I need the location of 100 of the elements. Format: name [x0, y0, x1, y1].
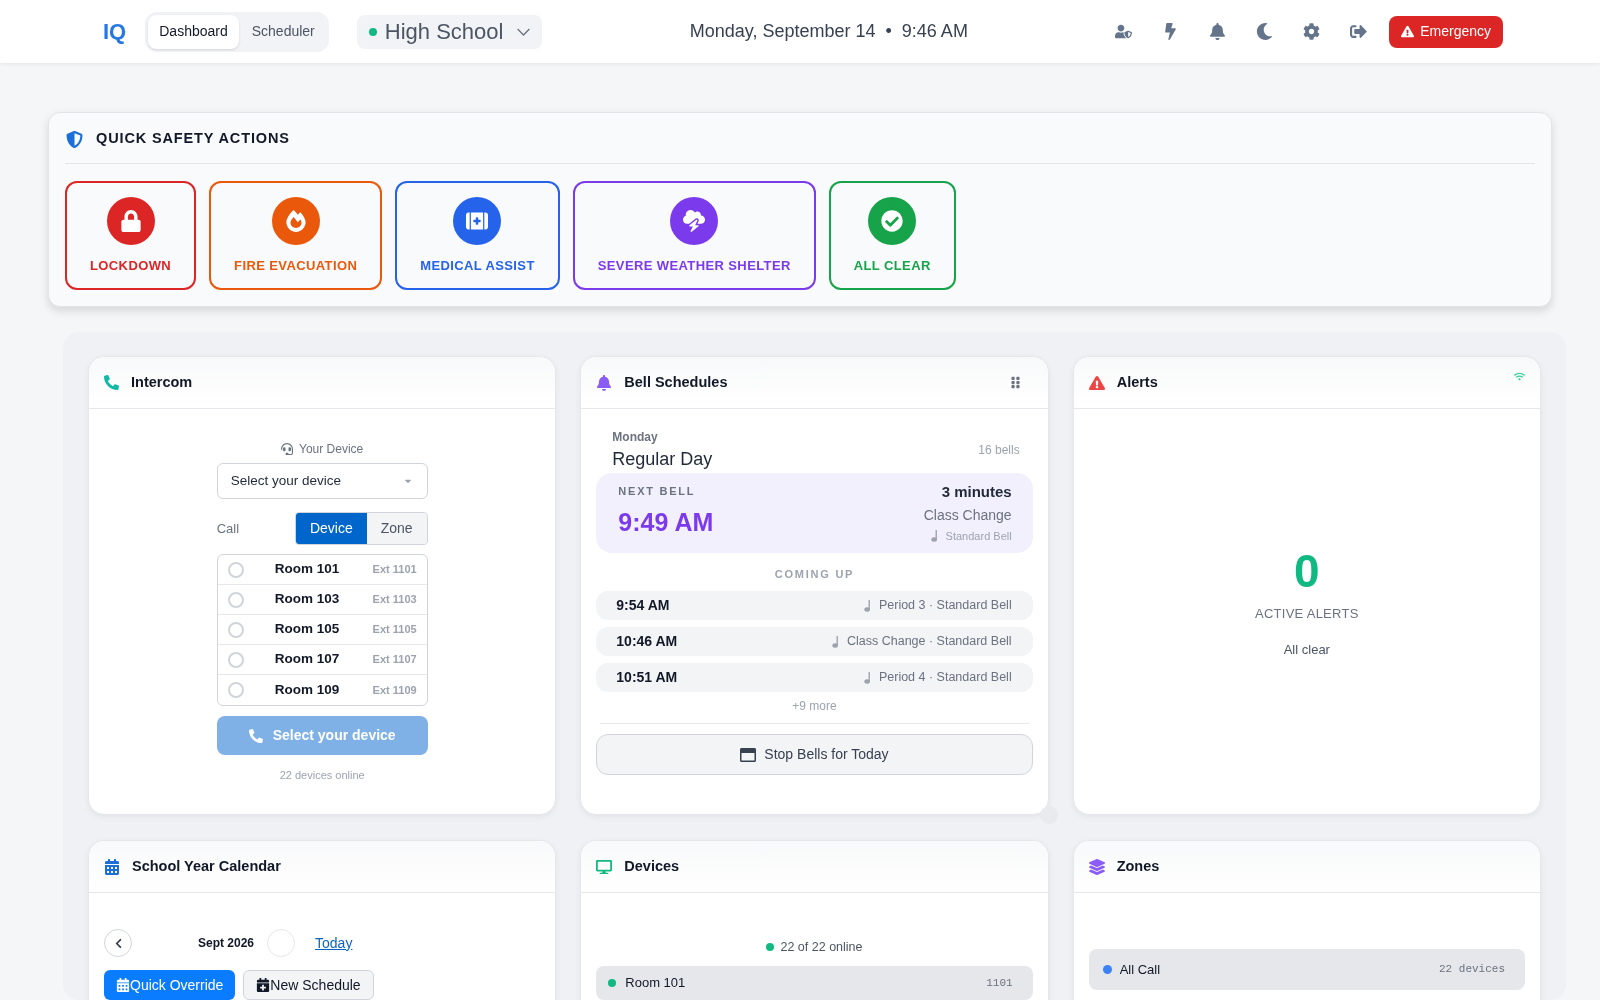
device-summary: 22 of 22 online — [780, 938, 863, 956]
extension-text: Ext 1101 — [372, 562, 417, 578]
radio-button[interactable] — [227, 682, 244, 698]
devices-online-text: 22 devices online — [279, 768, 365, 783]
new-schedule-button[interactable]: New Schedule — [243, 970, 374, 1000]
radio-button[interactable] — [227, 651, 244, 668]
calendar-icon — [116, 978, 130, 992]
day-label: Monday — [612, 430, 659, 444]
window-icon — [740, 746, 757, 763]
time-text: 9:46 AM — [901, 20, 968, 43]
sign-out-icon[interactable] — [1350, 23, 1368, 40]
card-title: Bell Schedules — [624, 372, 728, 392]
bell-time: 10:51 AM — [616, 668, 678, 687]
radio-button[interactable] — [227, 561, 244, 578]
bell-icon[interactable] — [1209, 23, 1227, 40]
device-row[interactable]: Room 101 1101 — [596, 966, 1033, 1000]
drag-handle-icon[interactable] — [1008, 376, 1022, 389]
bell-sound: Standard Bell — [945, 529, 1012, 543]
safety-action-button[interactable]: SEVERE WEATHER SHELTER — [572, 181, 816, 290]
layers-icon — [1088, 858, 1105, 875]
zone-row[interactable]: All Call 22 devices — [1088, 949, 1525, 990]
safety-action-button[interactable]: LOCKDOWN — [65, 181, 197, 290]
date-text: Monday, September 14 — [689, 20, 876, 43]
radio-button[interactable] — [227, 621, 244, 638]
separator-text: • — [885, 20, 892, 43]
warning-icon — [1401, 25, 1415, 38]
call-mode-tab[interactable]: Device — [295, 513, 367, 544]
headset-icon — [281, 443, 294, 455]
card-title: School Year Calendar — [132, 856, 281, 876]
moon-icon[interactable] — [1256, 23, 1274, 40]
music-note-icon — [863, 671, 871, 684]
next-bell-time: 9:49 AM — [618, 507, 714, 537]
panel-title: QUICK SAFETY ACTIONS — [96, 129, 290, 149]
today-link[interactable]: Today — [315, 932, 353, 954]
previous-month-button[interactable] — [104, 929, 132, 957]
countdown-text: 3 minutes — [941, 483, 1012, 501]
bell-detail: Class Change · Standard Bell — [846, 633, 1012, 651]
room-name: Room 105 — [274, 620, 340, 639]
quick-override-button[interactable]: Quick Override — [104, 970, 236, 1000]
zone-name: All Call — [1119, 960, 1161, 979]
music-note-icon — [930, 530, 938, 542]
call-mode-tab[interactable]: Zone — [366, 513, 427, 544]
room-name: Room 103 — [274, 590, 340, 609]
bell-time: 9:54 AM — [616, 596, 670, 615]
device-list-item[interactable]: Room 105 Ext 1105 — [217, 615, 427, 645]
device-name: Room 101 — [625, 974, 686, 993]
bell-count: 16 bells — [978, 442, 1020, 459]
zone-device-count: 22 devices — [1439, 962, 1505, 978]
month-label: Sept 2026 — [198, 935, 255, 952]
alert-count: 0 — [1294, 545, 1320, 596]
alert-count-label: ACTIVE ALERTS — [1255, 605, 1359, 622]
device-extension: 1101 — [986, 975, 1013, 991]
next-bell-label: NEXT BELL — [618, 484, 697, 498]
phone-icon — [104, 375, 119, 390]
card-title: Devices — [624, 856, 680, 876]
user-shield-icon[interactable] — [1115, 23, 1133, 40]
view-tab[interactable]: Scheduler — [240, 14, 326, 49]
settings-icon[interactable] — [1303, 23, 1321, 40]
calendar-icon — [104, 858, 120, 875]
more-text: +9 more — [792, 699, 837, 713]
bell-detail: Period 4 · Standard Bell — [878, 669, 1012, 687]
extension-text: Ext 1105 — [372, 622, 417, 638]
field-label: Your Device — [299, 441, 364, 458]
bell-icon — [596, 374, 613, 391]
extension-text: Ext 1103 — [372, 592, 417, 608]
school-selector[interactable]: High School — [356, 14, 543, 49]
music-note-icon — [831, 635, 839, 648]
calendar-plus-icon — [256, 978, 271, 992]
card-title: Intercom — [131, 372, 193, 392]
card-title: Zones — [1116, 856, 1160, 876]
shield-icon — [66, 130, 83, 148]
alert-status-text: All clear — [1283, 641, 1330, 658]
extension-text: Ext 1109 — [372, 682, 417, 698]
emergency-button[interactable]: Emergency — [1389, 15, 1503, 48]
device-list-item[interactable]: Room 109 Ext 1109 — [217, 675, 427, 705]
wifi-icon — [1514, 371, 1525, 382]
bell-name: Class Change — [923, 506, 1012, 524]
coming-up-label: COMING UP — [774, 567, 855, 581]
chevron-down-icon — [517, 27, 531, 36]
card-title: Alerts — [1116, 372, 1158, 392]
schedule-name: Regular Day — [612, 448, 713, 470]
warning-icon — [1088, 374, 1105, 391]
view-tab[interactable]: Dashboard — [148, 14, 239, 49]
device-list-item[interactable]: Room 103 Ext 1103 — [217, 585, 427, 615]
room-name: Room 109 — [274, 680, 340, 699]
safety-action-button[interactable]: MEDICAL ASSIST — [395, 181, 560, 290]
device-list-item[interactable]: Room 107 Ext 1107 — [217, 645, 427, 675]
monitor-icon — [596, 858, 613, 875]
call-label: Call — [216, 519, 240, 538]
music-note-icon — [863, 599, 871, 612]
bell-time: 10:46 AM — [616, 632, 678, 651]
resize-handle[interactable] — [1039, 806, 1058, 824]
room-name: Room 107 — [274, 650, 340, 669]
stop-bells-button[interactable]: Stop Bells for Today — [596, 734, 1033, 775]
device-select[interactable]: Select your device — [216, 463, 428, 499]
radio-button[interactable] — [227, 591, 244, 608]
logo: IQ — [103, 18, 127, 46]
device-list-item[interactable]: Room 101 Ext 1101 — [217, 555, 427, 585]
room-name: Room 101 — [274, 560, 340, 579]
phone-icon — [248, 728, 263, 743]
